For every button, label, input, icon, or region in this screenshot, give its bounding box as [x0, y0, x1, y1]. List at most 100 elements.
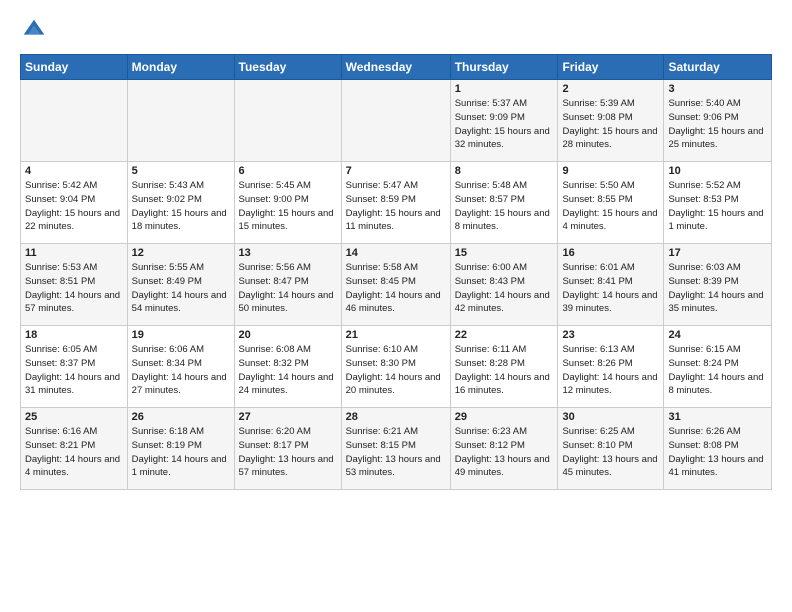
day-number: 8	[455, 165, 554, 177]
day-info: Sunrise: 5:45 AMSunset: 9:00 PMDaylight:…	[239, 179, 337, 234]
day-cell: 7Sunrise: 5:47 AMSunset: 8:59 PMDaylight…	[341, 162, 450, 244]
day-number: 9	[562, 165, 659, 177]
day-number: 14	[346, 247, 446, 259]
day-info: Sunrise: 6:05 AMSunset: 8:37 PMDaylight:…	[25, 343, 123, 398]
day-info: Sunrise: 6:13 AMSunset: 8:26 PMDaylight:…	[562, 343, 659, 398]
day-cell: 15 Sunrise: 6:00 AMSunset: 8:43 PMDayligh…	[450, 244, 558, 326]
day-info: Sunrise: 5:47 AMSunset: 8:59 PMDaylight:…	[346, 179, 446, 234]
week-row-5: 25 Sunrise: 6:16 AMSunset: 8:21 PMDayligh…	[21, 408, 772, 490]
day-info: Sunrise: 5:40 AMSunset: 9:06 PMDaylight:…	[668, 97, 767, 152]
day-cell: 2Sunrise: 5:39 AMSunset: 9:08 PMDaylight…	[558, 80, 664, 162]
day-cell: 25 Sunrise: 6:16 AMSunset: 8:21 PMDayligh…	[21, 408, 128, 490]
day-cell	[127, 80, 234, 162]
day-info: Sunrise: 6:08 AMSunset: 8:32 PMDaylight:…	[239, 343, 337, 398]
day-cell: 29 Sunrise: 6:23 AMSunset: 8:12 PMDayligh…	[450, 408, 558, 490]
day-number: 25	[25, 411, 123, 423]
day-number: 17	[668, 247, 767, 259]
day-cell: 27 Sunrise: 6:20 AMSunset: 8:17 PMDayligh…	[234, 408, 341, 490]
day-cell: 12Sunrise: 5:55 AMSunset: 8:49 PMDayligh…	[127, 244, 234, 326]
weekday-header-sunday: Sunday	[21, 55, 128, 80]
weekday-header-friday: Friday	[558, 55, 664, 80]
day-number: 31	[668, 411, 767, 423]
day-cell: 8 Sunrise: 5:48 AMSunset: 8:57 PMDaylight…	[450, 162, 558, 244]
day-number: 11	[25, 247, 123, 259]
week-row-4: 18 Sunrise: 6:05 AMSunset: 8:37 PMDayligh…	[21, 326, 772, 408]
day-cell: 1Sunrise: 5:37 AMSunset: 9:09 PMDaylight…	[450, 80, 558, 162]
day-number: 21	[346, 329, 446, 341]
day-cell	[21, 80, 128, 162]
day-cell: 28Sunrise: 6:21 AMSunset: 8:15 PMDayligh…	[341, 408, 450, 490]
day-cell: 3 Sunrise: 5:40 AMSunset: 9:06 PMDaylight…	[664, 80, 772, 162]
day-cell: 4 Sunrise: 5:42 AMSunset: 9:04 PMDaylight…	[21, 162, 128, 244]
day-cell: 21 Sunrise: 6:10 AMSunset: 8:30 PMDayligh…	[341, 326, 450, 408]
day-cell: 5 Sunrise: 5:43 AMSunset: 9:02 PMDaylight…	[127, 162, 234, 244]
day-cell: 31 Sunrise: 6:26 AMSunset: 8:08 PMDayligh…	[664, 408, 772, 490]
day-info: Sunrise: 5:55 AMSunset: 8:49 PMDaylight:…	[132, 261, 230, 316]
day-info: Sunrise: 5:56 AMSunset: 8:47 PMDaylight:…	[239, 261, 337, 316]
page: SundayMondayTuesdayWednesdayThursdayFrid…	[0, 0, 792, 612]
weekday-header-thursday: Thursday	[450, 55, 558, 80]
day-info: Sunrise: 5:50 AMSunset: 8:55 PMDaylight:…	[562, 179, 659, 234]
day-number: 1	[455, 83, 554, 95]
day-info: Sunrise: 6:26 AMSunset: 8:08 PMDaylight:…	[668, 425, 767, 480]
day-number: 5	[132, 165, 230, 177]
day-info: Sunrise: 6:00 AMSunset: 8:43 PMDaylight:…	[455, 261, 554, 316]
day-cell: 10 Sunrise: 5:52 AMSunset: 8:53 PMDayligh…	[664, 162, 772, 244]
day-info: Sunrise: 5:52 AMSunset: 8:53 PMDaylight:…	[668, 179, 767, 234]
day-cell: 14Sunrise: 5:58 AMSunset: 8:45 PMDayligh…	[341, 244, 450, 326]
day-cell: 13 Sunrise: 5:56 AMSunset: 8:47 PMDayligh…	[234, 244, 341, 326]
day-number: 16	[562, 247, 659, 259]
day-cell: 6 Sunrise: 5:45 AMSunset: 9:00 PMDaylight…	[234, 162, 341, 244]
day-info: Sunrise: 6:03 AMSunset: 8:39 PMDaylight:…	[668, 261, 767, 316]
day-number: 19	[132, 329, 230, 341]
day-info: Sunrise: 6:16 AMSunset: 8:21 PMDaylight:…	[25, 425, 123, 480]
day-info: Sunrise: 5:42 AMSunset: 9:04 PMDaylight:…	[25, 179, 123, 234]
day-cell: 16 Sunrise: 6:01 AMSunset: 8:41 PMDayligh…	[558, 244, 664, 326]
day-cell: 19Sunrise: 6:06 AMSunset: 8:34 PMDayligh…	[127, 326, 234, 408]
day-info: Sunrise: 5:48 AMSunset: 8:57 PMDaylight:…	[455, 179, 554, 234]
week-row-1: 1Sunrise: 5:37 AMSunset: 9:09 PMDaylight…	[21, 80, 772, 162]
day-number: 18	[25, 329, 123, 341]
day-cell: 26 Sunrise: 6:18 AMSunset: 8:19 PMDayligh…	[127, 408, 234, 490]
day-info: Sunrise: 6:20 AMSunset: 8:17 PMDaylight:…	[239, 425, 337, 480]
day-number: 10	[668, 165, 767, 177]
day-info: Sunrise: 6:10 AMSunset: 8:30 PMDaylight:…	[346, 343, 446, 398]
logo-icon	[20, 16, 48, 44]
day-info: Sunrise: 5:39 AMSunset: 9:08 PMDaylight:…	[562, 97, 659, 152]
day-number: 22	[455, 329, 554, 341]
day-number: 26	[132, 411, 230, 423]
weekday-header-monday: Monday	[127, 55, 234, 80]
day-number: 3	[668, 83, 767, 95]
day-info: Sunrise: 6:01 AMSunset: 8:41 PMDaylight:…	[562, 261, 659, 316]
day-number: 6	[239, 165, 337, 177]
day-info: Sunrise: 6:11 AMSunset: 8:28 PMDaylight:…	[455, 343, 554, 398]
day-number: 15	[455, 247, 554, 259]
day-cell: 11 Sunrise: 5:53 AMSunset: 8:51 PMDayligh…	[21, 244, 128, 326]
day-number: 27	[239, 411, 337, 423]
day-cell: 20Sunrise: 6:08 AMSunset: 8:32 PMDayligh…	[234, 326, 341, 408]
day-info: Sunrise: 6:15 AMSunset: 8:24 PMDaylight:…	[668, 343, 767, 398]
weekday-header-wednesday: Wednesday	[341, 55, 450, 80]
day-info: Sunrise: 6:18 AMSunset: 8:19 PMDaylight:…	[132, 425, 230, 480]
day-cell	[234, 80, 341, 162]
day-cell: 22 Sunrise: 6:11 AMSunset: 8:28 PMDayligh…	[450, 326, 558, 408]
day-cell: 17 Sunrise: 6:03 AMSunset: 8:39 PMDayligh…	[664, 244, 772, 326]
day-number: 24	[668, 329, 767, 341]
day-cell: 24 Sunrise: 6:15 AMSunset: 8:24 PMDayligh…	[664, 326, 772, 408]
day-info: Sunrise: 5:43 AMSunset: 9:02 PMDaylight:…	[132, 179, 230, 234]
day-info: Sunrise: 6:25 AMSunset: 8:10 PMDaylight:…	[562, 425, 659, 480]
weekday-header-tuesday: Tuesday	[234, 55, 341, 80]
day-number: 4	[25, 165, 123, 177]
day-cell: 23 Sunrise: 6:13 AMSunset: 8:26 PMDayligh…	[558, 326, 664, 408]
day-number: 30	[562, 411, 659, 423]
weekday-header-saturday: Saturday	[664, 55, 772, 80]
day-number: 13	[239, 247, 337, 259]
day-info: Sunrise: 5:53 AMSunset: 8:51 PMDaylight:…	[25, 261, 123, 316]
day-number: 28	[346, 411, 446, 423]
week-row-2: 4 Sunrise: 5:42 AMSunset: 9:04 PMDaylight…	[21, 162, 772, 244]
week-row-3: 11 Sunrise: 5:53 AMSunset: 8:51 PMDayligh…	[21, 244, 772, 326]
day-number: 23	[562, 329, 659, 341]
day-number: 29	[455, 411, 554, 423]
weekday-header-row: SundayMondayTuesdayWednesdayThursdayFrid…	[21, 55, 772, 80]
day-info: Sunrise: 6:23 AMSunset: 8:12 PMDaylight:…	[455, 425, 554, 480]
